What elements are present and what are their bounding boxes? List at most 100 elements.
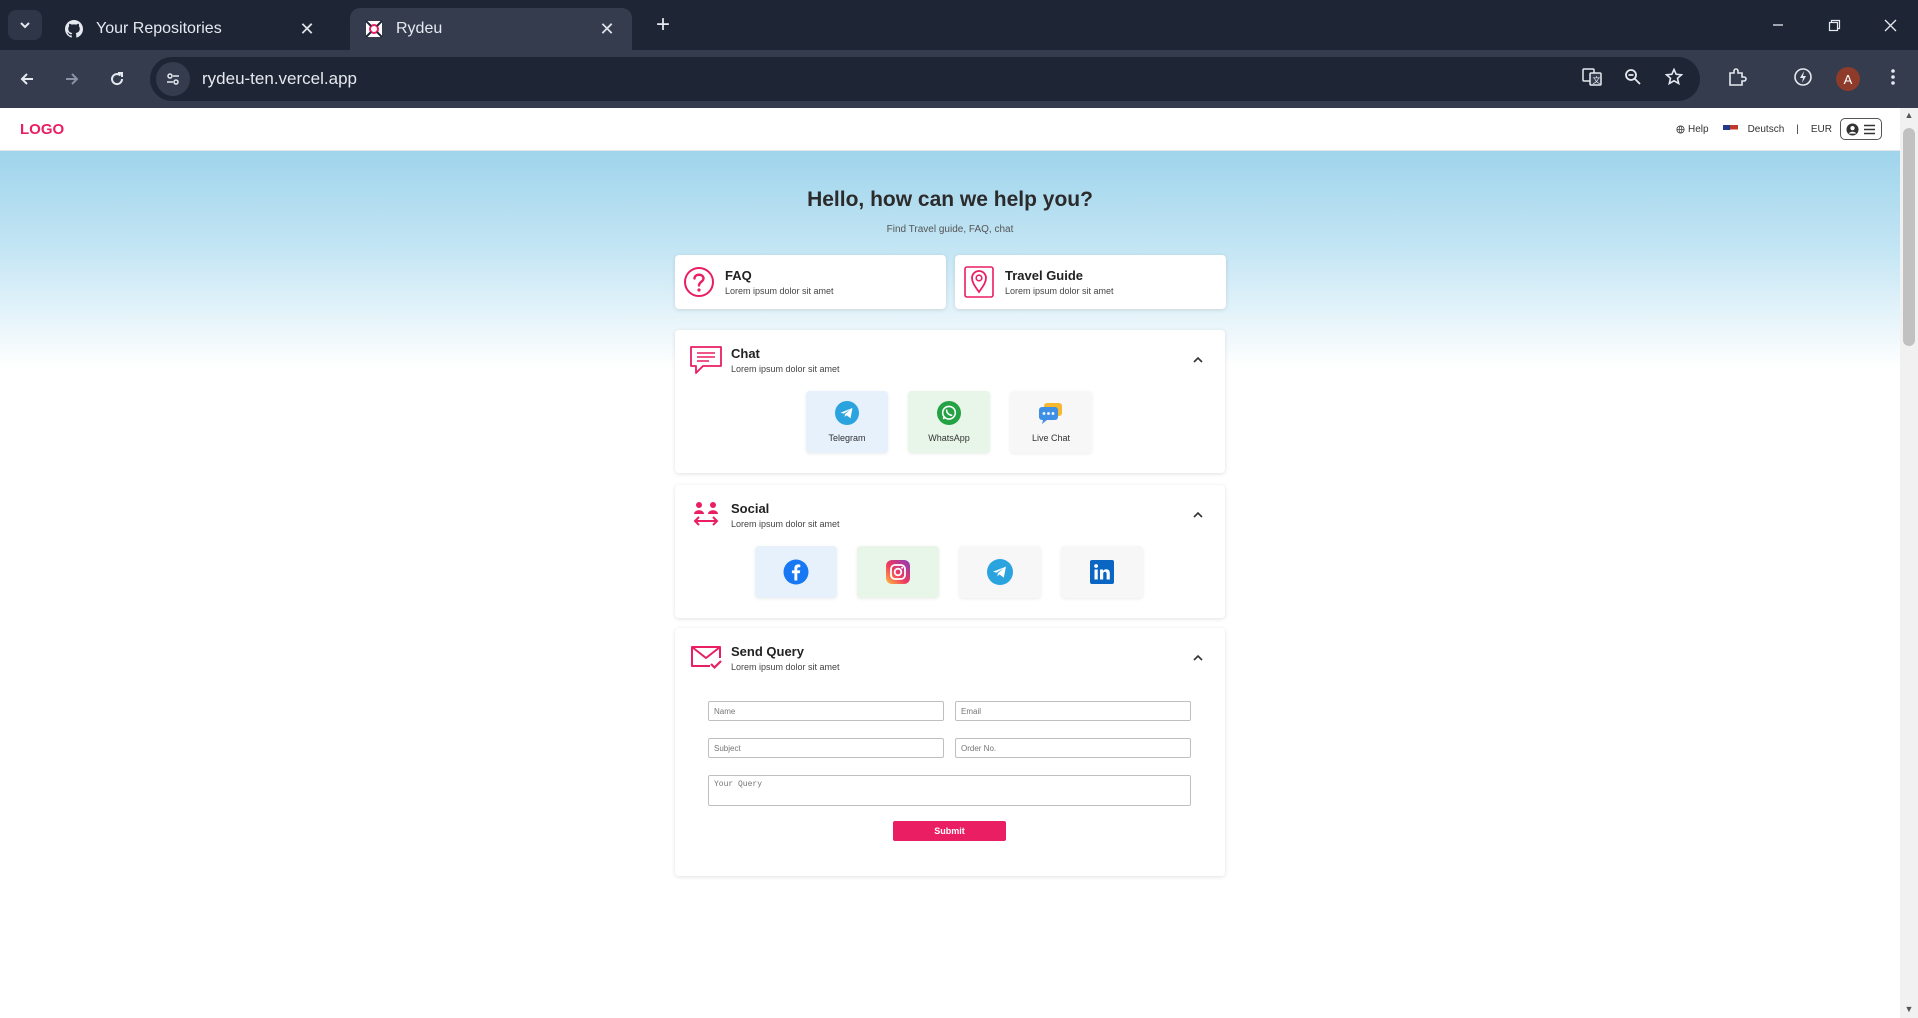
github-icon [64,19,84,39]
header-separator: | [1796,123,1799,135]
close-icon [1884,19,1896,31]
map-pin-icon [963,265,995,299]
submit-button[interactable]: Submit [893,821,1006,841]
chat-bubble-icon [689,343,723,377]
close-icon[interactable]: ✕ [596,18,618,40]
instagram-icon [886,560,910,584]
header-utilities: Help Deutsch | EUR [1676,118,1882,140]
name-field[interactable] [708,701,944,721]
faq-card[interactable]: FAQ Lorem ipsum dolor sit amet [675,255,946,309]
tab-rydeu[interactable]: Rydeu ✕ [350,8,632,50]
telegram-chat-button[interactable]: Telegram [806,391,888,453]
whatsapp-chat-button[interactable]: WhatsApp [908,391,990,453]
chat-section: Chat Lorem ipsum dolor sit amet Telegram… [675,330,1225,473]
social-section-header[interactable]: Social Lorem ipsum dolor sit amet [689,498,840,532]
bookmark-star-icon[interactable] [1659,62,1689,92]
chevron-down-icon [20,22,30,29]
facebook-link[interactable] [755,546,837,598]
flag-icon [1722,124,1738,134]
chat-section-header[interactable]: Chat Lorem ipsum dolor sit amet [689,343,840,377]
telegram-icon [835,401,859,425]
chat-description: Lorem ipsum dolor sit amet [731,364,840,374]
browser-toolbar: rydeu-ten.vercel.app 文 [0,50,1918,108]
social-description: Lorem ipsum dolor sit amet [731,519,840,529]
language-selector[interactable]: Deutsch [1722,123,1785,135]
page-title: Hello, how can we help you? [807,188,1093,211]
back-button[interactable] [10,62,44,96]
send-query-section-header[interactable]: Send Query Lorem ipsum dolor sit amet [689,641,840,675]
help-link[interactable]: Help [1676,124,1709,135]
send-query-description: Lorem ipsum dolor sit amet [731,662,840,672]
social-title: Social [731,501,770,516]
site-logo[interactable]: LOGO [20,121,64,138]
currency-selector[interactable]: EUR [1811,124,1832,135]
live-chat-button[interactable]: Live Chat [1010,391,1092,453]
rydeu-favicon-icon [364,19,384,39]
scroll-down-arrow-icon[interactable]: ▼ [1904,1004,1914,1014]
minimize-button[interactable] [1750,6,1806,44]
subject-field[interactable] [708,738,944,758]
tab-search-button[interactable] [8,10,42,40]
browser-tab-strip: Your Repositories ✕ Rydeu ✕ + [0,0,1918,50]
site-header: LOGO Help Deutsch | EUR [0,108,1900,151]
hamburger-icon [1864,124,1876,134]
language-label: Deutsch [1747,123,1785,135]
linkedin-link[interactable] [1061,546,1143,598]
telegram-icon [987,559,1013,585]
help-label: Help [1688,123,1709,135]
profile-avatar[interactable]: A [1836,67,1860,91]
send-query-title: Send Query [731,644,804,659]
performance-icon[interactable] [1788,62,1818,92]
tab-your-repositories[interactable]: Your Repositories ✕ [50,8,332,50]
linkedin-icon [1090,560,1114,584]
live-chat-label: Live Chat [1031,433,1071,443]
email-field[interactable] [955,701,1191,721]
chevron-up-icon[interactable] [1191,507,1205,521]
social-section: Social Lorem ipsum dolor sit amet [675,485,1225,618]
live-chat-icon [1039,403,1062,424]
whatsapp-label: WhatsApp [928,433,970,443]
address-bar[interactable]: rydeu-ten.vercel.app [150,57,1700,101]
user-menu-button[interactable] [1840,118,1882,140]
tab-title: Your Repositories [96,20,222,37]
translate-icon[interactable]: 文 [1577,62,1607,92]
url-text: rydeu-ten.vercel.app [202,69,357,88]
chat-title: Chat [731,346,760,361]
chevron-up-icon[interactable] [1191,650,1205,664]
people-share-icon [689,498,723,532]
order-number-field[interactable] [955,738,1191,758]
svg-text:文: 文 [1593,75,1601,85]
instagram-link[interactable] [857,546,939,598]
whatsapp-icon [937,401,961,425]
minimize-icon [1773,24,1783,26]
travel-guide-card[interactable]: Travel Guide Lorem ipsum dolor sit amet [955,255,1226,309]
telegram-label: Telegram [828,433,866,443]
reload-button[interactable] [100,62,134,96]
facebook-icon [783,559,809,585]
zoom-icon[interactable] [1618,62,1648,92]
reload-icon [111,72,124,86]
question-circle-icon [683,265,715,299]
more-menu-icon[interactable] [1878,62,1908,92]
restore-button[interactable] [1806,6,1862,44]
close-window-button[interactable] [1862,6,1918,44]
scroll-up-arrow-icon[interactable]: ▲ [1904,110,1914,120]
travel-guide-title: Travel Guide [1005,268,1084,283]
query-textarea[interactable] [708,775,1191,806]
page-subtitle: Find Travel guide, FAQ, chat [886,224,1014,235]
site-info-icon[interactable] [156,62,190,96]
close-icon[interactable]: ✕ [296,18,318,40]
page-viewport: LOGO Help Deutsch | EUR Hello, how can w… [0,108,1900,1018]
travel-guide-description: Lorem ipsum dolor sit amet [1005,286,1114,296]
globe-icon [1676,124,1685,134]
telegram-link[interactable] [959,546,1041,598]
extensions-icon[interactable] [1722,62,1752,92]
user-icon [1846,122,1859,136]
new-tab-button[interactable]: + [650,11,676,38]
forward-button[interactable] [55,62,89,96]
tab-title: Rydeu [396,20,443,37]
chevron-up-icon[interactable] [1191,352,1205,366]
scrollbar-thumb[interactable] [1903,128,1915,346]
mail-check-icon [689,641,723,675]
page-scrollbar[interactable]: ▲ ▼ [1900,108,1918,1018]
